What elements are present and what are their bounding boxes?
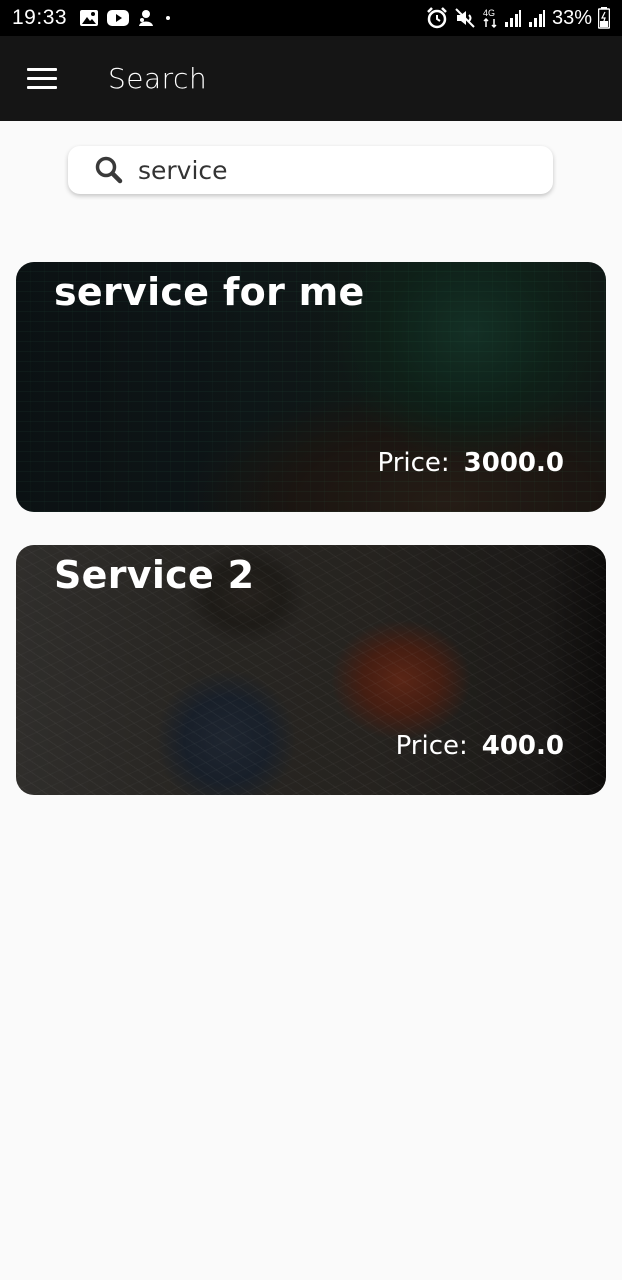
status-bar: 19:33 4G 33% <box>0 0 622 36</box>
hamburger-icon-line <box>27 86 57 89</box>
signal-icon <box>504 10 521 27</box>
alarm-icon <box>427 7 447 29</box>
hamburger-icon-line <box>27 77 57 80</box>
menu-button[interactable] <box>0 36 84 121</box>
hamburger-icon-line <box>27 68 57 71</box>
result-card[interactable]: service for me Price: 3000.0 <box>16 262 606 512</box>
page-title: Search <box>108 62 208 95</box>
signal-icon <box>528 10 545 27</box>
search-icon <box>95 156 123 184</box>
search-input[interactable] <box>138 155 518 185</box>
network-4g-icon: 4G <box>483 8 497 29</box>
card-price: Price: 400.0 <box>396 731 564 761</box>
status-right-icons: 4G 33% <box>426 7 610 30</box>
card-price: Price: 3000.0 <box>377 448 564 478</box>
image-icon <box>80 10 99 26</box>
battery-percent: 33% <box>551 6 592 29</box>
result-card[interactable]: Service 2 Price: 400.0 <box>16 545 606 795</box>
search-box[interactable] <box>68 146 553 194</box>
app-bar: Search <box>0 36 622 121</box>
card-title: Service 2 <box>54 553 255 597</box>
youtube-icon <box>107 10 130 26</box>
price-value: 3000.0 <box>463 448 564 478</box>
dot-icon <box>166 16 171 20</box>
status-time: 19:33 <box>12 6 68 29</box>
status-left-icons <box>79 8 173 28</box>
mute-icon <box>455 8 475 28</box>
price-label: Price: <box>395 731 468 761</box>
price-value: 400.0 <box>481 731 564 761</box>
battery-icon <box>598 7 610 29</box>
svg-text:4G: 4G <box>483 8 495 18</box>
price-label: Price: <box>377 448 450 478</box>
card-title: service for me <box>54 270 365 314</box>
notification-icon <box>139 10 154 26</box>
